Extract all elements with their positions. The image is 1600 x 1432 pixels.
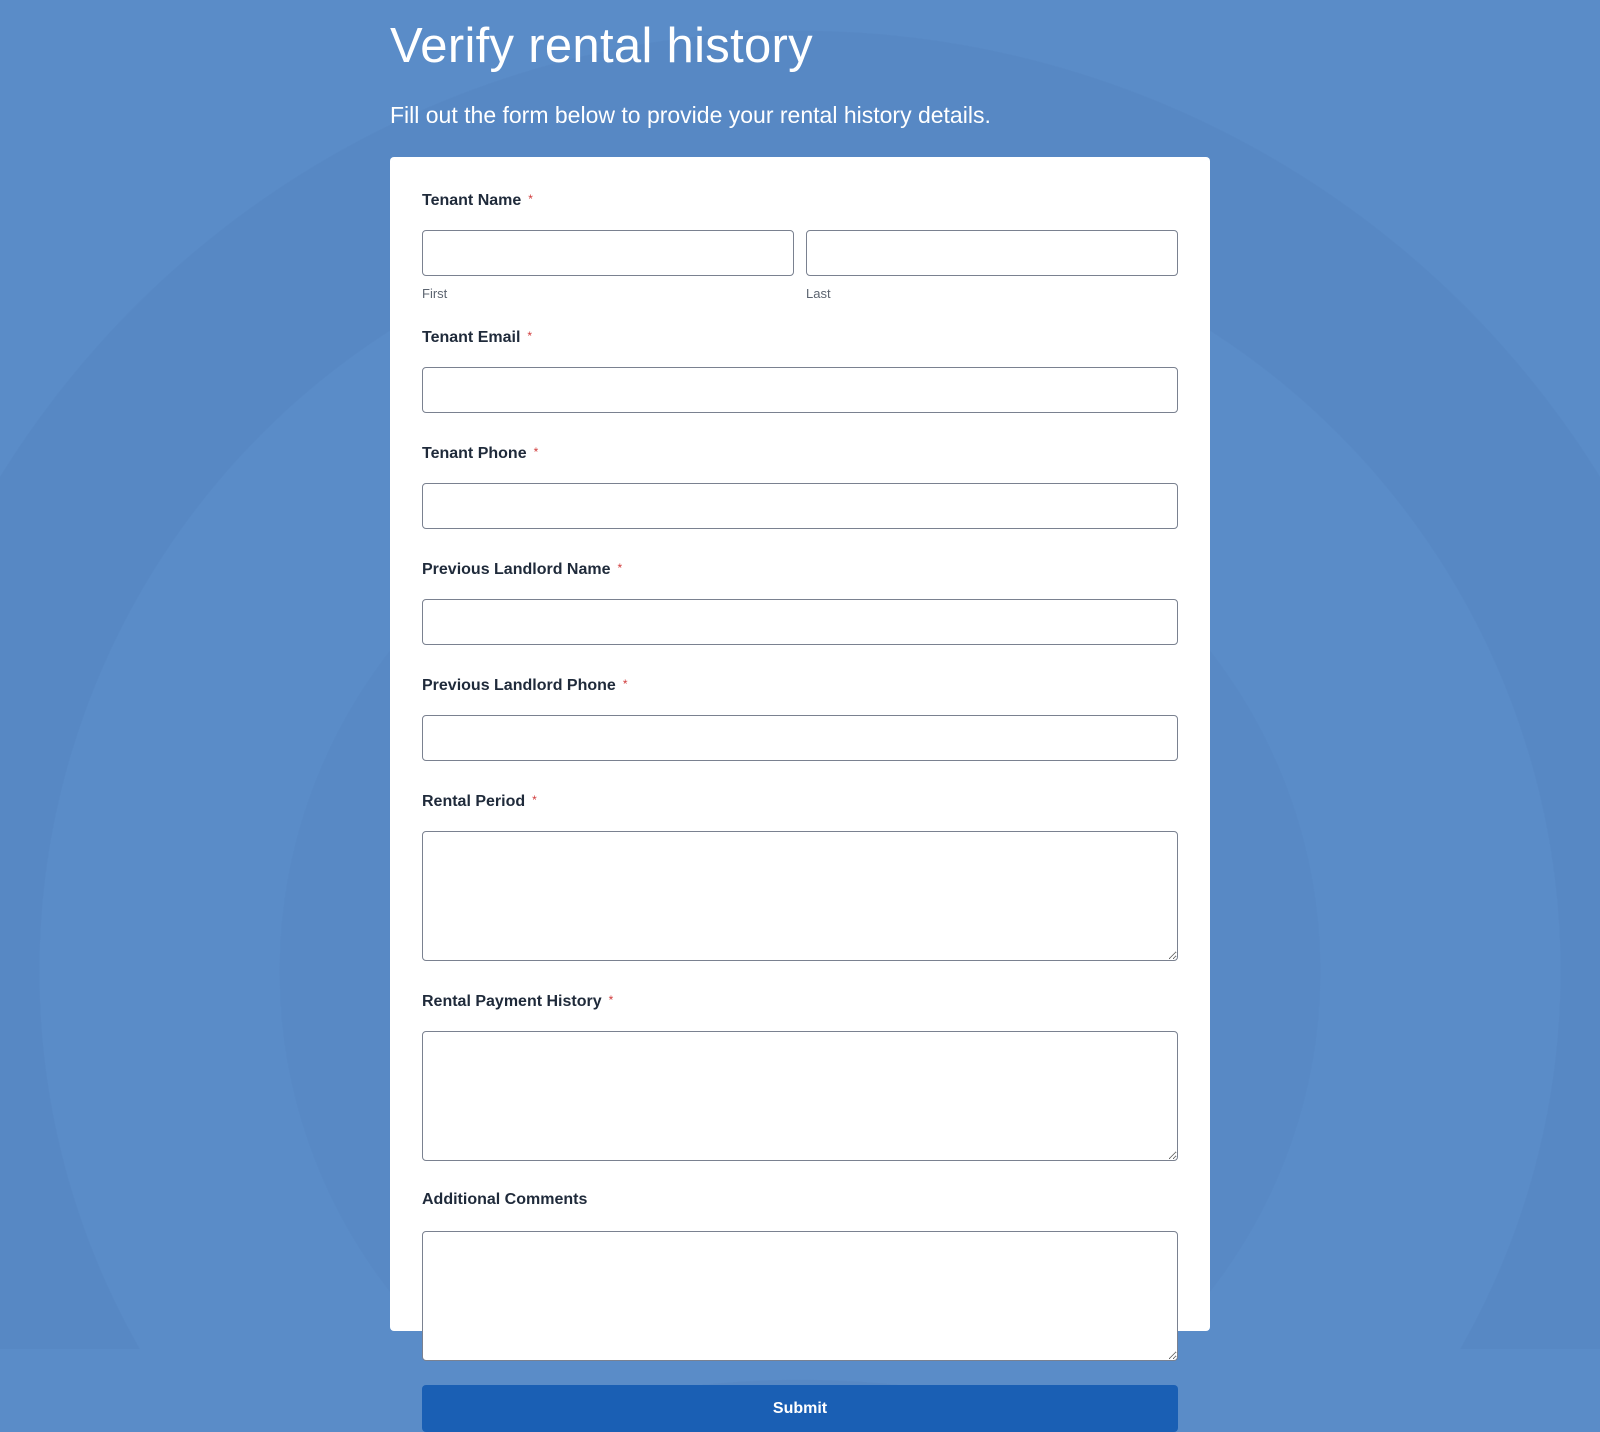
comments-label: Additional Comments bbox=[422, 1189, 1178, 1211]
page-subtitle: Fill out the form below to provide your … bbox=[390, 102, 991, 128]
last-name-column: Last bbox=[806, 230, 1178, 302]
first-name-column: First bbox=[422, 230, 794, 302]
rental-period-textarea[interactable] bbox=[422, 831, 1178, 961]
landlord-phone-input[interactable] bbox=[422, 715, 1178, 761]
landlord-phone-label: Previous Landlord Phone * bbox=[422, 673, 1178, 695]
submit-button[interactable]: Submit bbox=[422, 1385, 1178, 1432]
landlord-name-input[interactable] bbox=[422, 599, 1178, 645]
rental-period-label-text: Rental Period bbox=[422, 793, 526, 810]
required-marker: * bbox=[532, 793, 537, 807]
tenant-email-input[interactable] bbox=[422, 367, 1178, 413]
page-title: Verify rental history bbox=[390, 19, 813, 73]
tenant-name-group: Tenant Name * First Last bbox=[422, 188, 1178, 302]
first-name-sublabel: First bbox=[422, 286, 448, 301]
tenant-email-label: Tenant Email * bbox=[422, 325, 1178, 347]
tenant-phone-label-text: Tenant Phone bbox=[422, 445, 527, 462]
tenant-name-label: Tenant Name * bbox=[422, 188, 1178, 210]
tenant-phone-group: Tenant Phone * bbox=[422, 441, 1178, 529]
landlord-name-label-text: Previous Landlord Name bbox=[422, 561, 611, 578]
rental-period-group: Rental Period * bbox=[422, 789, 1178, 961]
comments-textarea[interactable] bbox=[422, 1231, 1178, 1361]
required-marker: * bbox=[608, 993, 614, 1007]
landlord-phone-label-text: Previous Landlord Phone bbox=[422, 677, 616, 694]
payment-history-group: Rental Payment History * bbox=[422, 989, 1178, 1161]
payment-history-label: Rental Payment History * bbox=[422, 989, 1178, 1011]
required-marker: * bbox=[528, 192, 533, 206]
required-marker: * bbox=[527, 329, 533, 343]
required-marker: * bbox=[617, 561, 623, 575]
tenant-name-label-text: Tenant Name bbox=[422, 192, 522, 209]
landlord-phone-group: Previous Landlord Phone * bbox=[422, 673, 1178, 761]
tenant-email-group: Tenant Email * bbox=[422, 325, 1178, 413]
required-marker: * bbox=[622, 677, 628, 691]
required-marker: * bbox=[533, 445, 539, 459]
tenant-phone-label: Tenant Phone * bbox=[422, 441, 1178, 463]
last-name-input[interactable] bbox=[806, 230, 1178, 276]
landlord-name-group: Previous Landlord Name * bbox=[422, 557, 1178, 645]
tenant-email-label-text: Tenant Email bbox=[422, 329, 521, 346]
rental-period-label: Rental Period * bbox=[422, 789, 1178, 811]
tenant-name-row: First Last bbox=[422, 230, 1178, 302]
tenant-phone-input[interactable] bbox=[422, 483, 1178, 529]
rental-history-form: Tenant Name * First Last Tenant Email * Te… bbox=[390, 157, 1210, 1432]
last-name-sublabel: Last bbox=[806, 286, 831, 301]
landlord-name-label: Previous Landlord Name * bbox=[422, 557, 1178, 579]
first-name-input[interactable] bbox=[422, 230, 794, 276]
comments-group: Additional Comments bbox=[422, 1189, 1178, 1361]
comments-label-text: Additional Comments bbox=[422, 1191, 588, 1208]
payment-history-textarea[interactable] bbox=[422, 1031, 1178, 1161]
payment-history-label-text: Rental Payment History bbox=[422, 993, 602, 1010]
